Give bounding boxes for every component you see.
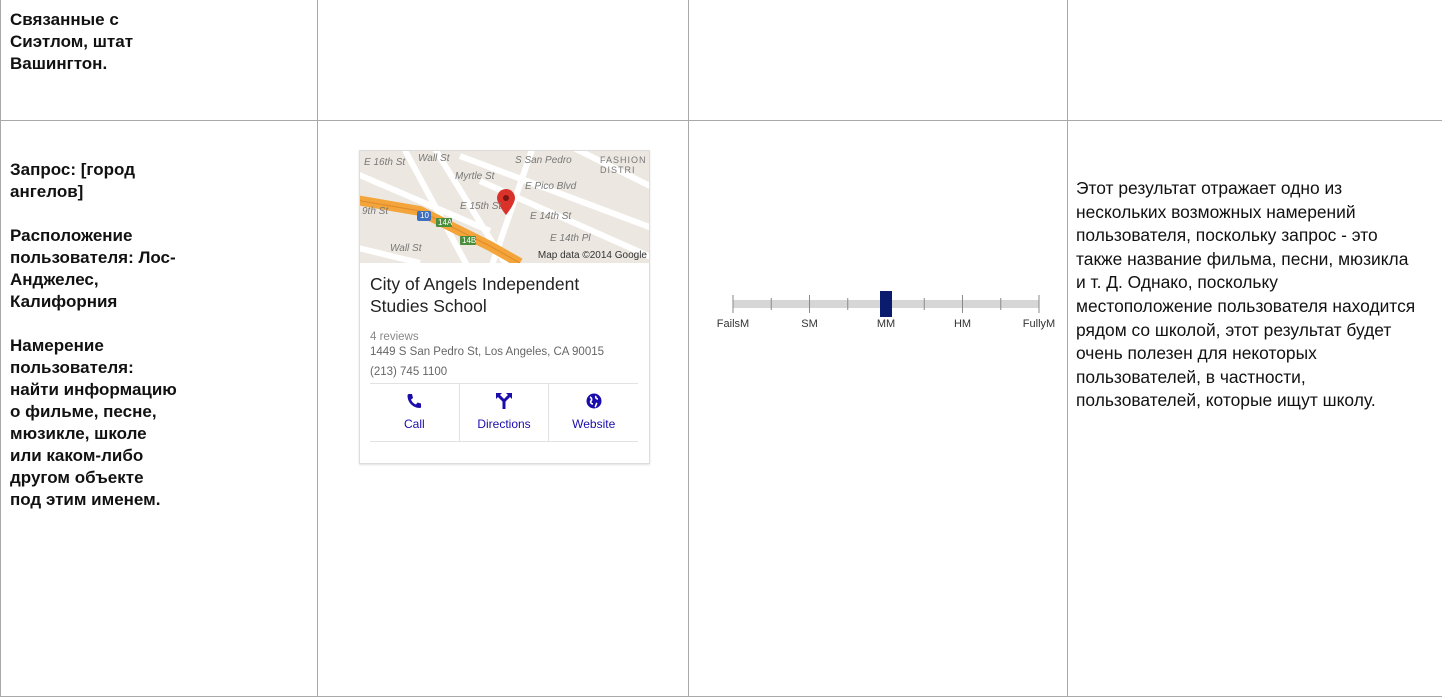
call-label: Call <box>404 417 425 431</box>
query-text: Запрос: [город ангелов] <box>10 160 135 201</box>
place-phone: (213) 745 1100 <box>370 366 448 378</box>
reviews-count[interactable]: 4 reviews <box>370 331 649 343</box>
phone-icon <box>407 394 422 408</box>
rating-table: Связанные с Сиэтлом, штат Вашингтон. Зап… <box>0 0 1442 697</box>
table-row: Связанные с Сиэтлом, штат Вашингтон. <box>0 0 1442 121</box>
rating-cell: FailsM SM MM HM FullyM <box>688 120 1068 697</box>
website-button[interactable]: Website <box>548 384 638 441</box>
map-attribution: Map data ©2014 Google <box>537 250 647 261</box>
slider-marker[interactable] <box>880 291 892 317</box>
slider-tick-label: HM <box>953 318 972 330</box>
user-location-text: Расположение пользователя: Лос-Анджелес,… <box>10 226 176 311</box>
slider-track <box>732 291 1040 317</box>
query-cell: Связанные с Сиэтлом, штат Вашингтон. <box>0 0 318 121</box>
globe-icon <box>586 393 602 409</box>
directions-label: Directions <box>477 417 531 431</box>
local-result-card: E 16th St Wall St Myrtle St S San Pedro … <box>359 150 650 464</box>
rating-cell <box>688 0 1068 121</box>
slider-tick-label: FullyM <box>1022 318 1056 330</box>
map-thumbnail[interactable]: E 16th St Wall St Myrtle St S San Pedro … <box>360 151 649 263</box>
result-cell: E 16th St Wall St Myrtle St S San Pedro … <box>317 120 689 697</box>
row-heading: Связанные с Сиэтлом, штат Вашингтон. <box>10 10 134 73</box>
explanation-cell: Этот результат отражает одно из нескольк… <box>1067 120 1442 697</box>
result-cell <box>317 0 689 121</box>
place-address: 1449 S San Pedro St, Los Angeles, CA 900… <box>370 346 605 358</box>
call-button[interactable]: Call <box>370 384 459 441</box>
table-row: Запрос: [город ангелов] Расположение пол… <box>0 120 1442 697</box>
rating-slider[interactable]: FailsM SM MM HM FullyM <box>689 289 1067 349</box>
website-label: Website <box>572 417 616 431</box>
slider-tick-label: SM <box>801 318 818 330</box>
explanation-text: Этот результат отражает одно из нескольк… <box>1076 178 1416 411</box>
directions-button[interactable]: Directions <box>458 384 549 441</box>
action-bar: Call Directions Website <box>370 383 638 442</box>
slider-tick-label: FailsM <box>716 318 750 330</box>
directions-icon <box>496 393 512 409</box>
query-cell: Запрос: [город ангелов] Расположение пол… <box>0 120 318 697</box>
explanation-cell <box>1067 0 1442 121</box>
place-title[interactable]: City of Angels Independent Studies Schoo… <box>370 273 640 317</box>
slider-tick-label: MM <box>876 318 896 330</box>
user-intent-text: Намерение пользователя: найти информацию… <box>10 336 177 509</box>
